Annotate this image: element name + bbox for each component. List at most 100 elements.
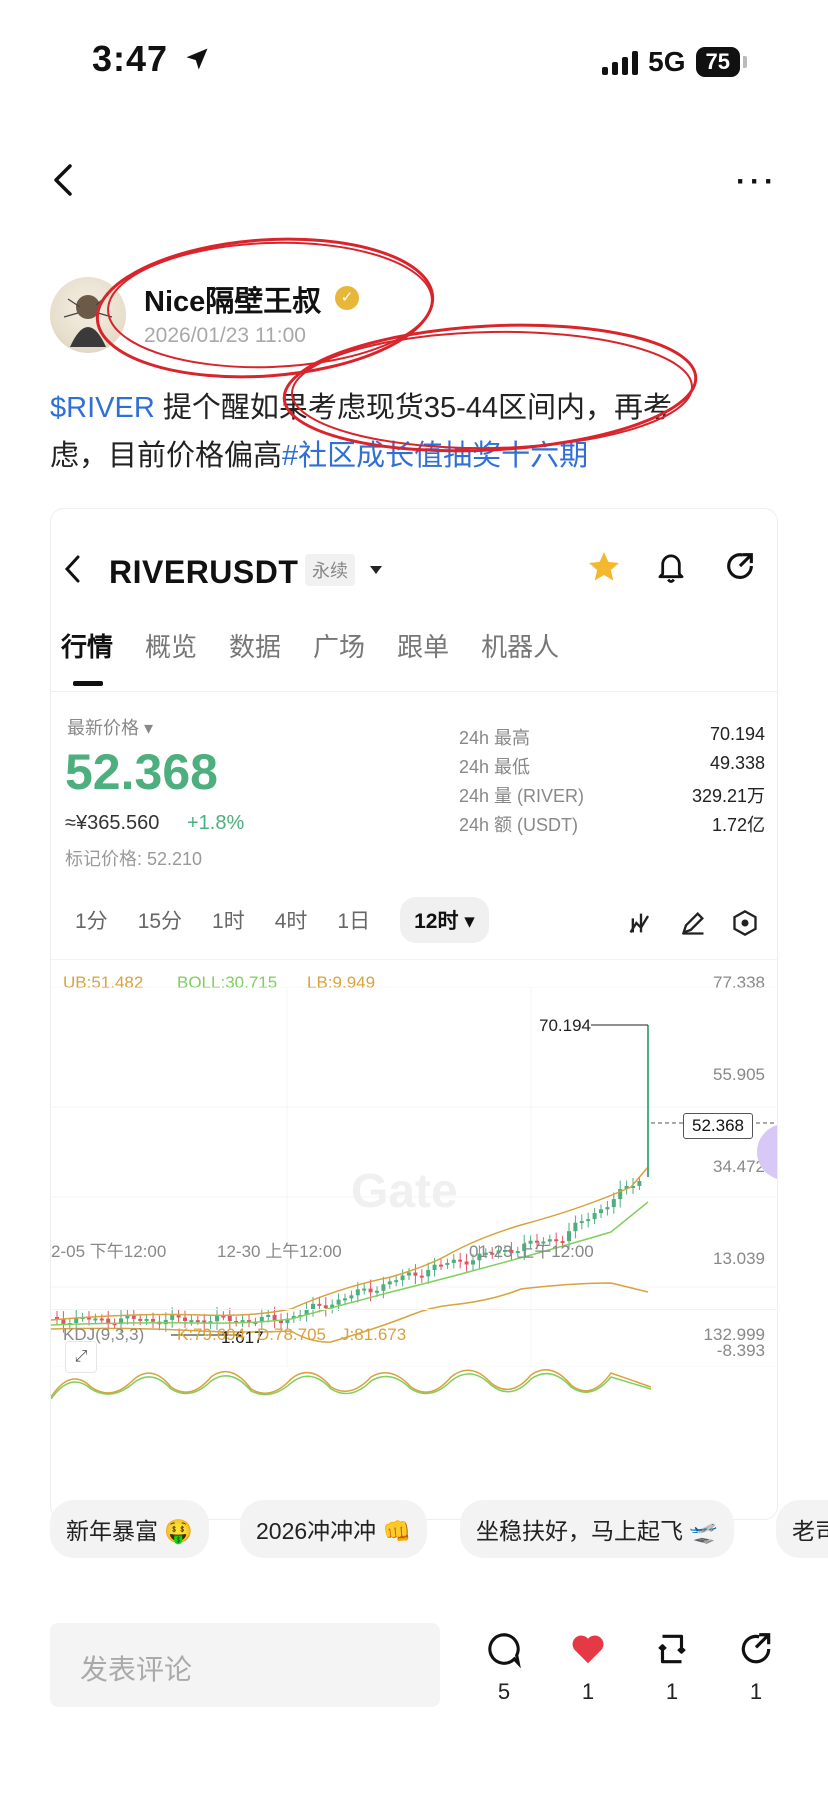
- quick-reply-chip[interactable]: 坐稳扶好，马上起飞 🛫: [460, 1500, 735, 1558]
- candle-body: [131, 1315, 136, 1319]
- avatar[interactable]: [50, 277, 126, 353]
- settings-hex-icon: [733, 909, 757, 937]
- candle-body: [323, 1305, 328, 1309]
- candle-body: [599, 1209, 603, 1214]
- stat-value: 1.72亿: [711, 815, 765, 835]
- candle-body: [227, 1315, 232, 1321]
- mark-price: 标记价格: 52.210: [65, 849, 203, 869]
- x-axis-label: 12-30 上午12:00: [217, 1242, 342, 1261]
- post-date: 2026/01/23 11:00: [144, 324, 306, 347]
- comment-button[interactable]: 5: [474, 1630, 534, 1705]
- candle-body: [272, 1314, 277, 1321]
- card-back-icon: [64, 555, 80, 583]
- tab-market: 行情: [61, 632, 114, 662]
- back-icon[interactable]: [48, 160, 78, 200]
- candle-body: [637, 1180, 642, 1186]
- comment-placeholder: 发表评论: [80, 1654, 193, 1685]
- kdj-j: J:81.673: [341, 1325, 407, 1344]
- candle-body: [579, 1221, 584, 1224]
- repost-button[interactable]: 1: [642, 1630, 702, 1705]
- candle-body: [419, 1275, 424, 1278]
- kdj-label: KDJ(9,3,3): [63, 1325, 145, 1344]
- divider: [51, 691, 777, 692]
- quick-reply-chip[interactable]: 老司: [776, 1500, 828, 1558]
- watermark: Gate: [351, 1165, 458, 1218]
- bell-icon: [658, 554, 684, 583]
- candle-body: [375, 1290, 379, 1293]
- status-indicators: 5G 75: [602, 46, 748, 78]
- candle-body: [61, 1319, 66, 1325]
- repost-count: 1: [665, 1679, 679, 1704]
- candle-body: [106, 1318, 111, 1324]
- status-time: 3:47: [92, 38, 211, 80]
- divider: [51, 1309, 777, 1310]
- candle-body: [451, 1259, 456, 1263]
- chart-screenshot-card[interactable]: RIVERUSDT 永续 行情 概览 数据 广场 跟单 机器人 最新价格 ▾ 5…: [50, 508, 778, 1520]
- card-tabs: 行情 概览 数据 广场 跟单 机器人: [61, 627, 559, 664]
- candle-body: [407, 1272, 411, 1276]
- candle-body: [458, 1259, 463, 1262]
- kdj-k: K:79.694: [177, 1325, 246, 1344]
- candle-body: [183, 1317, 187, 1322]
- draw-pen-icon: [681, 912, 704, 935]
- repost-icon: [658, 1634, 686, 1664]
- candle-body: [99, 1318, 104, 1321]
- candle-body: [170, 1315, 175, 1320]
- candle-body: [336, 1299, 341, 1305]
- candle-body: [343, 1298, 347, 1301]
- tab-square: 广场: [313, 632, 366, 662]
- dropdown-icon: [370, 566, 382, 574]
- hashtag-link[interactable]: #社区成长值抽奖十六期: [282, 440, 588, 472]
- quick-reply-chip[interactable]: 2026冲冲冲 👊: [240, 1500, 428, 1558]
- kdj-d: D:78.705: [257, 1325, 326, 1344]
- tab-copytrade: 跟单: [397, 632, 450, 662]
- like-button[interactable]: 1: [558, 1630, 618, 1705]
- author-name[interactable]: Nice隔壁王叔: [144, 278, 321, 320]
- stat-label: 24h 量 (RIVER): [459, 786, 585, 806]
- quick-reply-chip[interactable]: 新年暴富 🤑: [50, 1500, 210, 1558]
- interval-12h-selected: 12时 ▾: [400, 897, 489, 943]
- tab-data: 数据: [229, 632, 282, 662]
- battery-icon: 75: [695, 47, 748, 77]
- candle-body: [93, 1318, 98, 1321]
- star-icon: [589, 552, 619, 581]
- interval-4h: 4时: [274, 910, 308, 933]
- comment-count: 5: [497, 1679, 511, 1704]
- candle-body: [151, 1318, 155, 1322]
- stat-label: 24h 最高: [459, 728, 531, 748]
- x-axis-label: 2-05 下午12:00: [51, 1242, 167, 1261]
- candle-body: [586, 1219, 591, 1222]
- interval-selector: 1分 15分 1时 4时 1日 12时 ▾: [75, 897, 489, 943]
- share-count: 1: [749, 1679, 763, 1704]
- post-text-line2: 虑，目前价格偏高: [50, 440, 283, 472]
- heart-icon: [572, 1635, 604, 1664]
- candle-body: [138, 1318, 143, 1321]
- candle-body: [240, 1320, 245, 1323]
- interval-1m: 1分: [75, 910, 108, 933]
- stat-label: 24h 最低: [459, 757, 531, 777]
- kdj-chart: [51, 1369, 651, 1400]
- candle-body: [464, 1261, 469, 1265]
- comment-icon: [488, 1633, 521, 1669]
- candle-body: [189, 1320, 194, 1323]
- divider: [51, 959, 777, 960]
- like-count: 1: [581, 1679, 595, 1704]
- interval-15m: 15分: [137, 910, 183, 933]
- ticker-link[interactable]: $RIVER: [50, 392, 155, 424]
- indicator-icon: [629, 913, 650, 933]
- candle-body: [400, 1275, 405, 1281]
- verified-badge-icon: ✓: [335, 286, 359, 310]
- candle-body: [195, 1320, 200, 1323]
- price-change: +1.8%: [187, 812, 245, 834]
- tab-overview: 概览: [145, 632, 198, 662]
- candle-body: [317, 1303, 322, 1306]
- more-options-icon[interactable]: ···: [736, 165, 778, 199]
- candle-body: [573, 1222, 578, 1232]
- stat-value: 329.21万: [691, 786, 765, 806]
- candle-body: [394, 1280, 399, 1283]
- perp-tag: 永续: [305, 554, 355, 586]
- share-button[interactable]: 1: [726, 1630, 786, 1705]
- post-text: $RIVER 提个醒如果考虑现货35-44区间内，再考 虑，目前价格偏高#社区成…: [50, 384, 740, 480]
- candle-body: [144, 1318, 149, 1321]
- high-marker: 70.194: [539, 1016, 591, 1035]
